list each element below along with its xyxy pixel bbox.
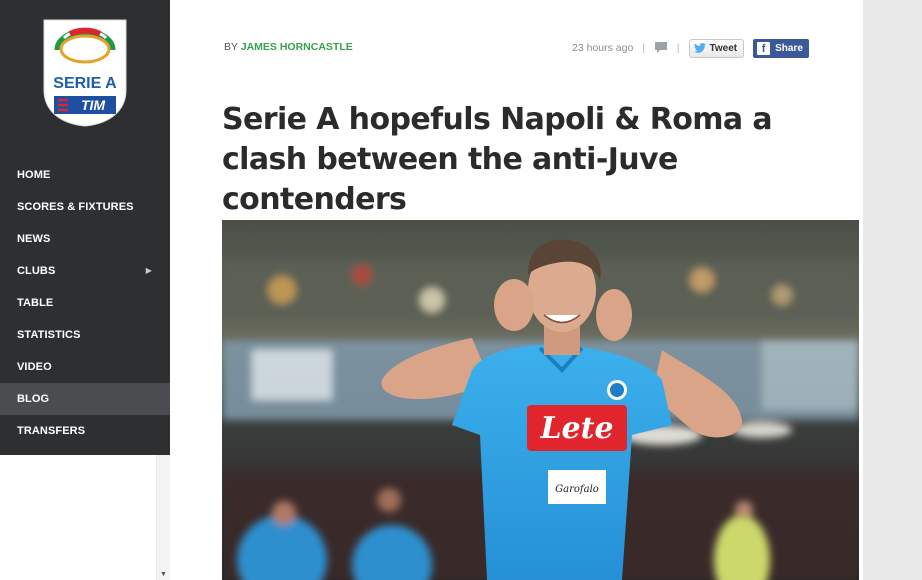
nav-item-clubs[interactable]: CLUBS ▶ bbox=[0, 255, 170, 287]
nav-item-label: STATISTICS bbox=[17, 329, 81, 341]
nav-item-label: TABLE bbox=[17, 297, 54, 309]
byline: BY JAMES HORNCASTLE bbox=[224, 41, 353, 53]
timestamp: 23 hours ago bbox=[572, 42, 634, 54]
article-headline: Serie A hopefuls Napoli & Roma a clash b… bbox=[222, 102, 773, 217]
twitter-bird-icon bbox=[693, 43, 706, 53]
share-label: Share bbox=[775, 42, 803, 54]
nav-item-label: SCORES & FIXTURES bbox=[17, 201, 134, 213]
tweet-button[interactable]: Tweet bbox=[688, 38, 745, 58]
nav-item-table[interactable]: TABLE bbox=[0, 287, 170, 319]
svg-text:TIM: TIM bbox=[81, 97, 105, 113]
article-meta: 23 hours ago | | Tweet f Share bbox=[572, 38, 809, 58]
byline-prefix: BY bbox=[224, 41, 238, 53]
nav-item-scores-fixtures[interactable]: SCORES & FIXTURES bbox=[0, 191, 170, 223]
nav-item-transfers[interactable]: TRANSFERS bbox=[0, 415, 170, 447]
nav-item-label: NEWS bbox=[17, 233, 51, 245]
nav-item-home[interactable]: HOME bbox=[0, 159, 170, 191]
hero-photo: Lete Garofalo bbox=[222, 220, 859, 580]
author-link[interactable]: JAMES HORNCASTLE bbox=[241, 41, 353, 53]
nav-item-label: CLUBS bbox=[17, 265, 56, 277]
facebook-share-button[interactable]: f Share bbox=[753, 38, 809, 58]
nav-item-video[interactable]: VIDEO bbox=[0, 351, 170, 383]
sidebar: SERIE A TIM HOME SCORES & FIXTURES NEWS … bbox=[0, 0, 170, 455]
nav-item-label: HOME bbox=[17, 169, 51, 181]
main-nav: HOME SCORES & FIXTURES NEWS CLUBS ▶ TABL… bbox=[0, 159, 170, 447]
facebook-icon: f bbox=[757, 41, 771, 55]
nav-item-label: TRANSFERS bbox=[17, 425, 86, 437]
divider: | bbox=[676, 42, 680, 54]
svg-text:SERIE A: SERIE A bbox=[53, 75, 117, 92]
nav-item-blog[interactable]: BLOG bbox=[0, 383, 170, 415]
arrow-down-icon[interactable]: ▼ bbox=[160, 571, 167, 578]
nav-item-statistics[interactable]: STATISTICS bbox=[0, 319, 170, 351]
right-gutter bbox=[863, 0, 922, 580]
sidebar-scrollbar[interactable]: ▼ bbox=[156, 455, 170, 580]
sponsor-garofalo: Garofalo bbox=[555, 484, 599, 495]
serie-a-logo-graphic: SERIE A TIM bbox=[43, 19, 127, 127]
nav-item-label: VIDEO bbox=[17, 361, 52, 373]
nav-item-label: BLOG bbox=[17, 393, 50, 405]
tweet-label: Tweet bbox=[709, 42, 738, 54]
article-hero-image: Lete Garofalo bbox=[222, 220, 859, 580]
sponsor-lete: Lete bbox=[539, 411, 613, 446]
serie-a-logo[interactable]: SERIE A TIM bbox=[40, 16, 130, 128]
chevron-right-icon: ▶ bbox=[145, 266, 152, 275]
divider: | bbox=[642, 42, 645, 54]
comment-icon[interactable] bbox=[654, 41, 668, 55]
nav-item-news[interactable]: NEWS bbox=[0, 223, 170, 255]
